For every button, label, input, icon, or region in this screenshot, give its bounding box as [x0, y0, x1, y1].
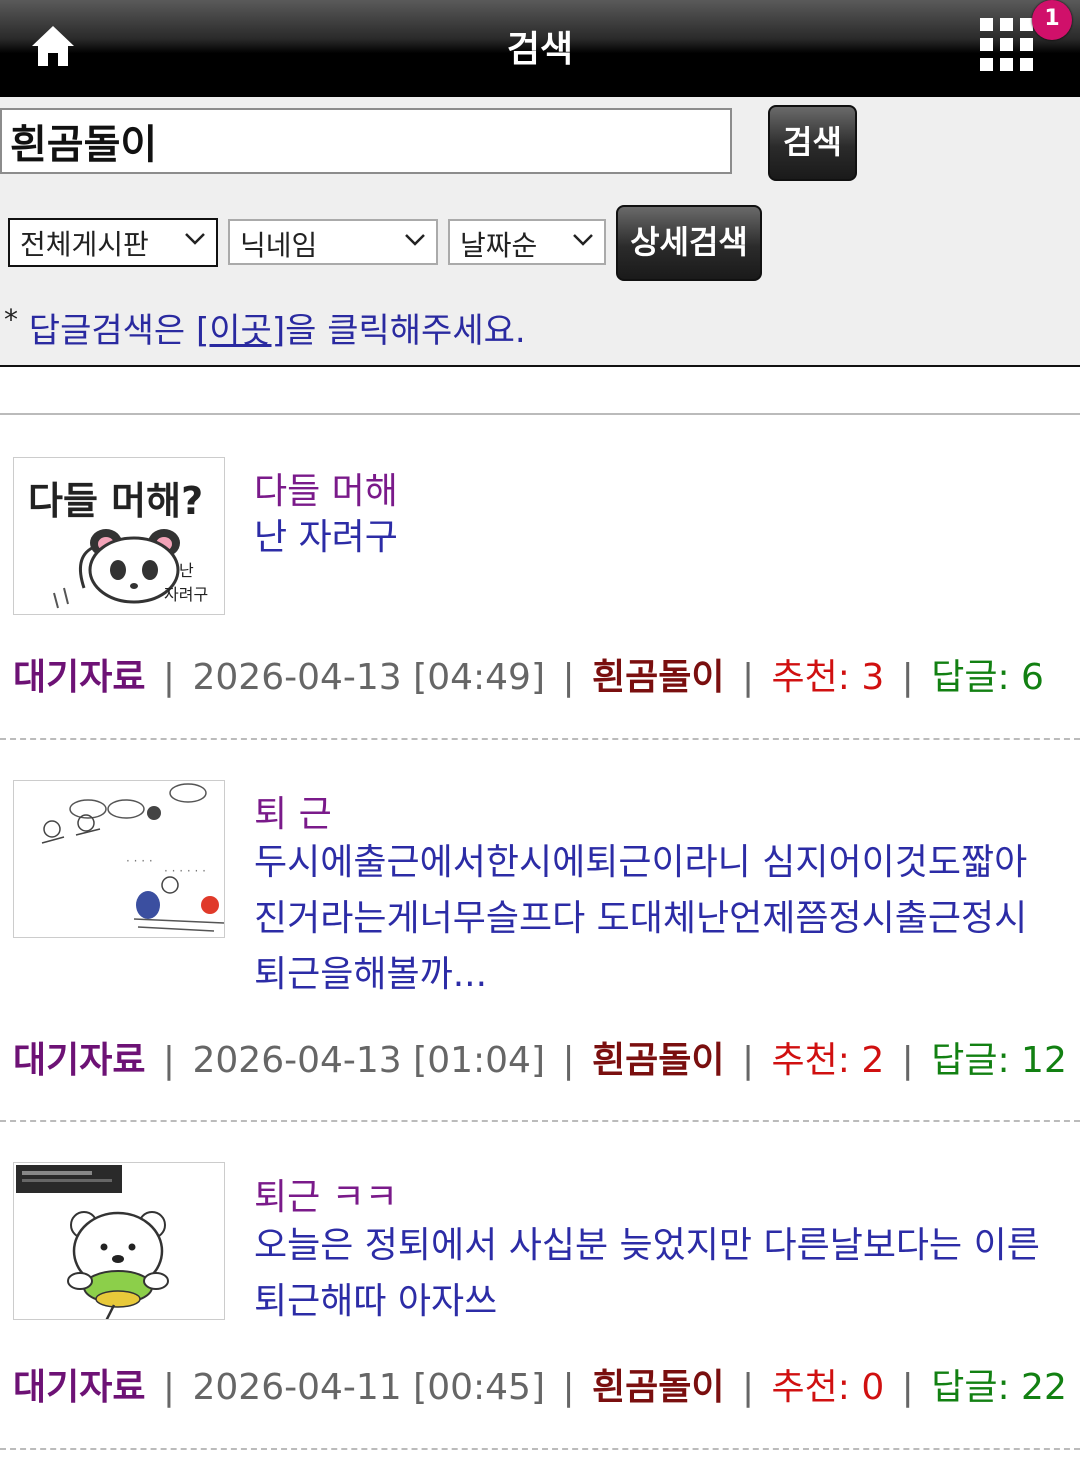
svg-text:· · · ·: · · · · [126, 854, 153, 868]
reply-search-hint: * 답글검색은 [이곳]을 클릭해주세요. [4, 303, 526, 351]
page-title: 검색 [506, 29, 574, 70]
divider [0, 1120, 1080, 1122]
post-body[interactable]: 두시에출근에서한시에퇴근이라니 심지어이것도짧아진거라는게너무슬프다 도대체난언… [254, 835, 1054, 1003]
post-meta: 대기자료 | 2026-04-13 [01:04] | 흰곰돌이 | 추천: 2… [13, 1040, 1067, 1081]
reply-search-link[interactable]: [이곳] [196, 311, 285, 351]
board-name[interactable]: 대기자료 [13, 1367, 145, 1408]
post-date: 2026-04-13 [04:49] [192, 657, 546, 698]
post-thumbnail[interactable]: · · · · · · · · · · [13, 780, 225, 938]
recommend-count: 추천: 3 [771, 657, 885, 698]
post-title[interactable]: 다들 머해 [254, 462, 398, 514]
thumb-caption: 다들 머해? [28, 479, 203, 523]
divider [0, 738, 1080, 740]
order-select[interactable]: 날짜순 [448, 219, 606, 265]
chevron-down-icon [405, 234, 425, 246]
post-date: 2026-04-13 [01:04] [192, 1040, 546, 1081]
post-meta: 대기자료 | 2026-04-13 [04:49] | 흰곰돌이 | 추천: 3… [13, 657, 1044, 698]
divider [0, 413, 1080, 415]
order-select-value: 날짜순 [460, 229, 538, 262]
post-body[interactable]: 오늘은 정퇴에서 사십분 늦었지만 다른날보다는 이른 퇴근해따 아자쓰 [254, 1218, 1054, 1330]
reply-count: 답글: 22 [931, 1367, 1067, 1408]
top-bar: 검색 1 [0, 0, 1080, 97]
post-date: 2026-04-11 [00:45] [192, 1367, 546, 1408]
recommend-count: 추천: 2 [771, 1040, 885, 1081]
post-title[interactable]: 퇴근 ㅋㅋ [254, 1168, 398, 1220]
svg-text:자려구: 자려구 [164, 585, 208, 604]
menu-grid-icon[interactable] [980, 18, 1034, 72]
post-author[interactable]: 흰곰돌이 [592, 1040, 724, 1081]
post-thumbnail[interactable]: 다들 머해? 난 자려구 [13, 457, 225, 615]
post-thumbnail[interactable] [13, 1162, 225, 1320]
recommend-count: 추천: 0 [771, 1367, 885, 1408]
post-body[interactable]: 난 자려구 [254, 510, 1054, 566]
svg-text:난: 난 [179, 561, 194, 580]
field-select-value: 닉네임 [240, 229, 318, 262]
reply-count: 답글: 6 [931, 657, 1044, 698]
post-meta: 대기자료 | 2026-04-11 [00:45] | 흰곰돌이 | 추천: 0… [13, 1367, 1067, 1408]
reply-count: 답글: 12 [931, 1040, 1067, 1081]
post-author[interactable]: 흰곰돌이 [592, 657, 724, 698]
chevron-down-icon [573, 234, 593, 246]
detail-search-button[interactable]: 상세검색 [616, 205, 762, 281]
svg-text:· · · · · ·: · · · · · · [164, 864, 206, 878]
search-button[interactable]: 검색 [768, 105, 857, 181]
notification-badge[interactable]: 1 [1032, 0, 1072, 40]
search-input[interactable] [0, 108, 732, 174]
divider [0, 1448, 1080, 1450]
search-panel: 검색 전체게시판 닉네임 날짜순 상세검색 * 답글검색은 [이곳]을 클릭해주… [0, 97, 1080, 367]
board-name[interactable]: 대기자료 [13, 657, 145, 698]
post-author[interactable]: 흰곰돌이 [592, 1367, 724, 1408]
board-select[interactable]: 전체게시판 [8, 218, 218, 267]
board-name[interactable]: 대기자료 [13, 1040, 145, 1081]
post-title[interactable]: 퇴 근 [254, 785, 332, 837]
field-select[interactable]: 닉네임 [228, 219, 438, 265]
board-select-value: 전체게시판 [20, 228, 149, 261]
chevron-down-icon [185, 233, 205, 245]
